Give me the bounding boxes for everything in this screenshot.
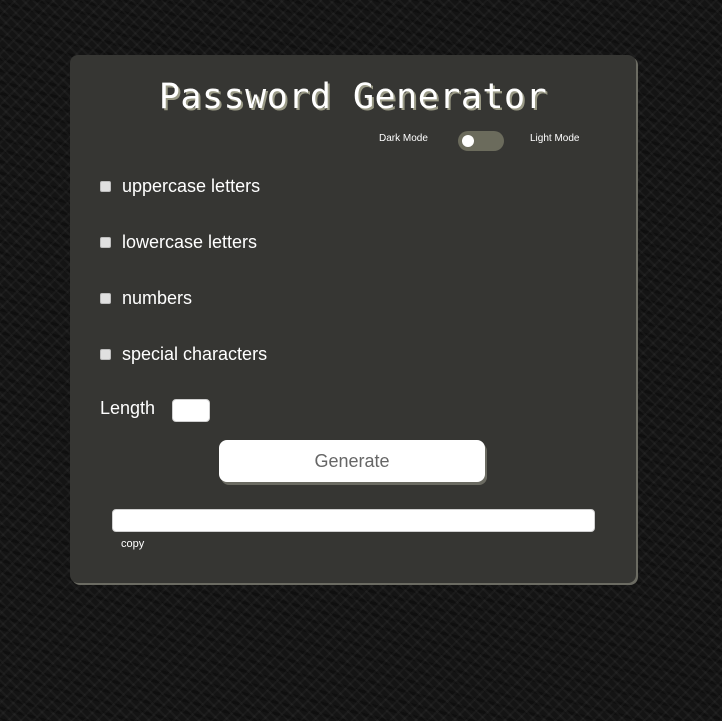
copy-button[interactable]: copy: [121, 538, 144, 550]
option-numbers[interactable]: numbers: [100, 286, 192, 310]
password-output-field[interactable]: [112, 509, 595, 532]
page-title: Password Generator: [158, 77, 548, 117]
generate-button[interactable]: Generate: [219, 440, 485, 482]
numbers-checkbox[interactable]: [100, 292, 111, 304]
option-uppercase[interactable]: uppercase letters: [100, 174, 260, 198]
length-input[interactable]: [172, 399, 210, 422]
option-label: uppercase letters: [122, 175, 261, 196]
option-special-characters[interactable]: special characters: [100, 342, 267, 366]
option-lowercase[interactable]: lowercase letters: [100, 230, 257, 254]
dark-mode-label: Dark Mode: [379, 133, 428, 144]
theme-toggle[interactable]: [458, 131, 504, 151]
toggle-knob: [462, 135, 474, 147]
option-label: lowercase letters: [122, 231, 258, 252]
special-characters-checkbox[interactable]: [100, 348, 111, 360]
lowercase-checkbox[interactable]: [100, 236, 111, 248]
option-label: special characters: [122, 343, 268, 364]
option-label: numbers: [122, 287, 193, 308]
generator-card: Password Generator Dark Mode Light Mode …: [70, 55, 636, 583]
uppercase-checkbox[interactable]: [100, 180, 111, 192]
length-label: Length: [100, 398, 156, 418]
light-mode-label: Light Mode: [530, 133, 580, 144]
